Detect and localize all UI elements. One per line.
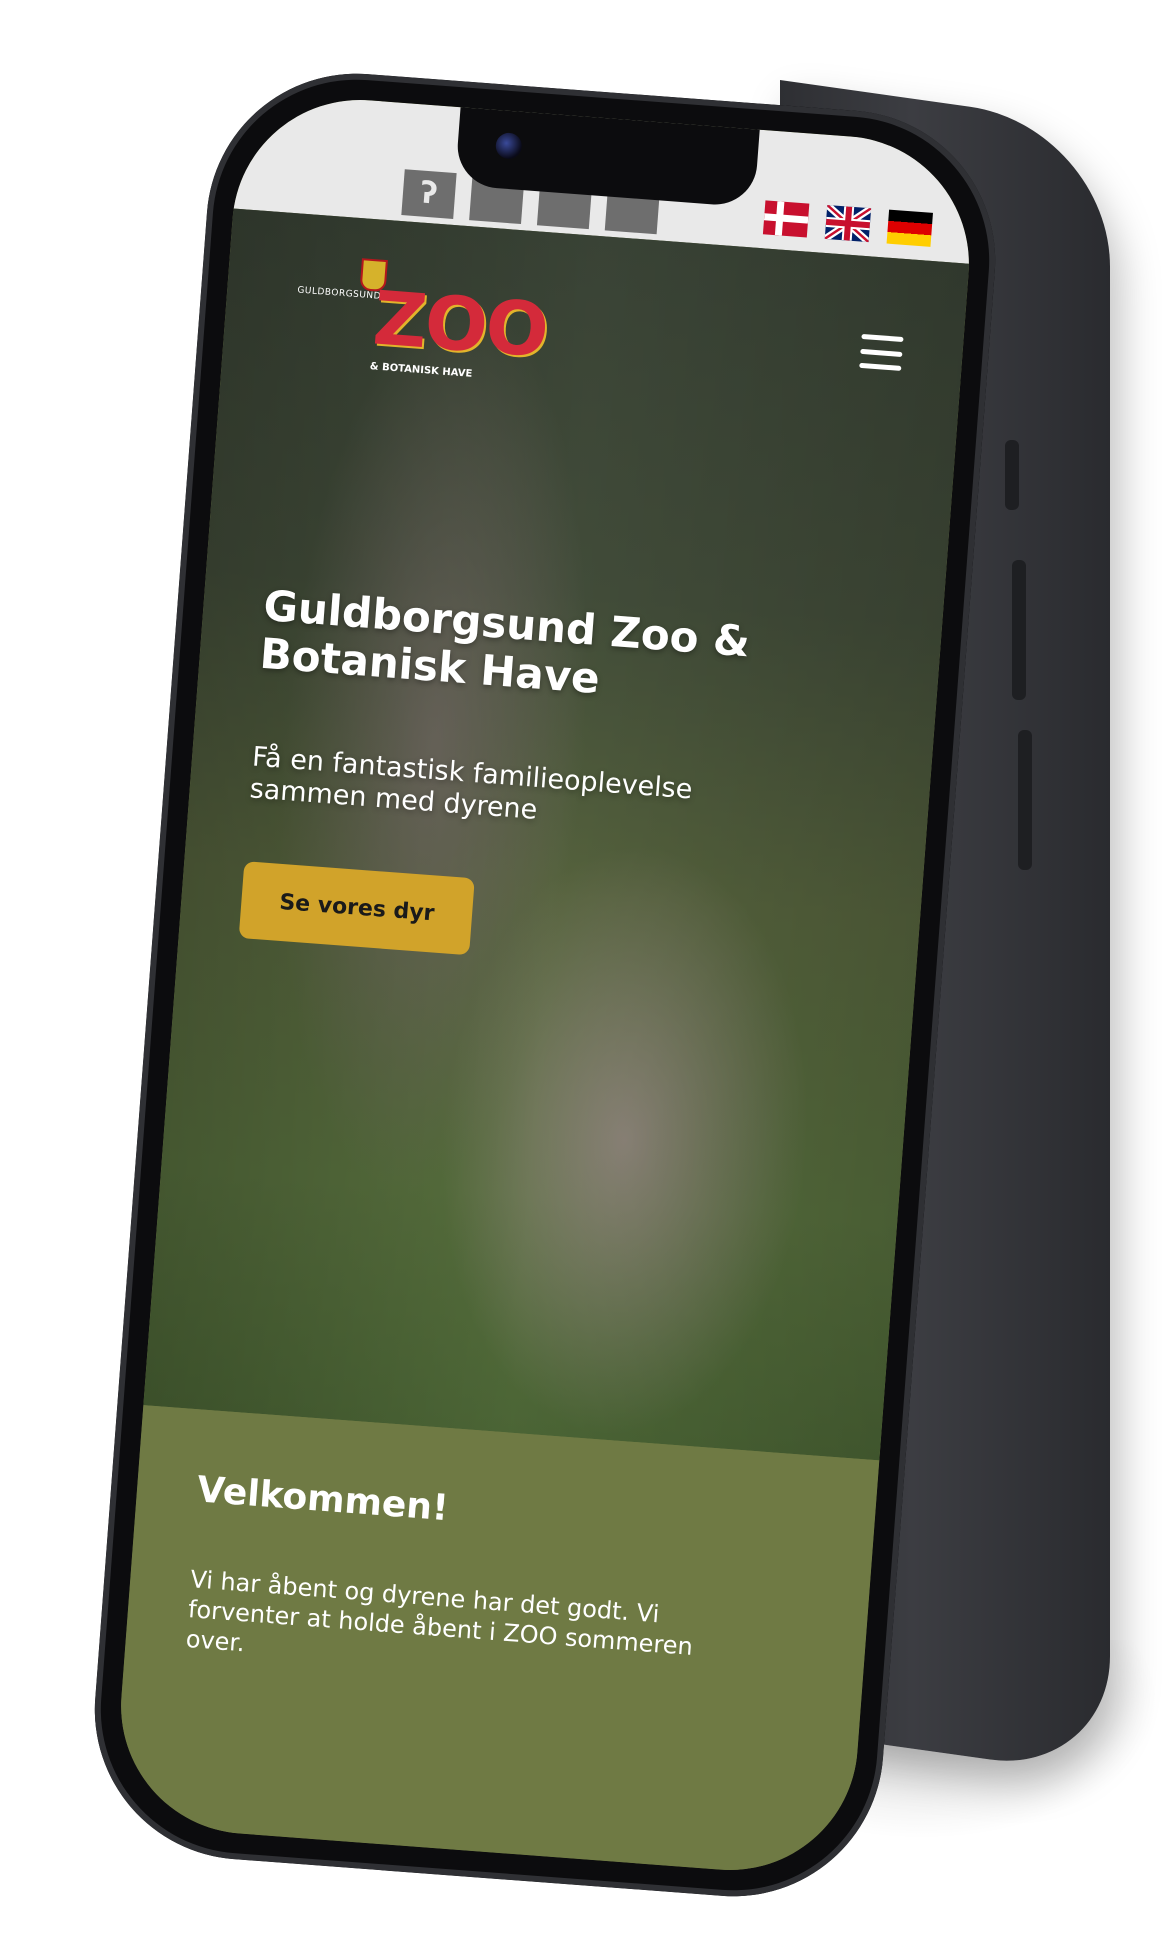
language-flags [762, 200, 933, 247]
phone-volume-up [1012, 560, 1026, 700]
logo-main-text: ZOO [370, 275, 550, 375]
phone-screen: ʔ GULDBORGSUND ZOO & BOTANISK HAVE Guldb… [111, 90, 979, 1880]
phone-device: ʔ GULDBORGSUND ZOO & BOTANISK HAVE Guldb… [84, 62, 1006, 1908]
phone-volume-down [1018, 730, 1032, 870]
flag-dk-icon[interactable] [762, 200, 810, 238]
flag-de-icon[interactable] [886, 209, 933, 247]
welcome-section: Velkommen! Vi har åbent og dyrene har de… [111, 1405, 880, 1880]
camera-icon [494, 131, 523, 160]
welcome-title: Velkommen! [195, 1469, 450, 1530]
flag-uk-icon[interactable] [824, 204, 872, 243]
site-logo[interactable]: GULDBORGSUND ZOO & BOTANISK HAVE [290, 254, 550, 399]
hero-section: GULDBORGSUND ZOO & BOTANISK HAVE Guldbor… [143, 208, 970, 1461]
phone-silent-switch [1005, 440, 1019, 510]
hamburger-menu-icon[interactable] [859, 333, 904, 371]
welcome-text: Vi har åbent og dyrene har det godt. Vi … [184, 1565, 694, 1661]
hero-image-overlay [143, 208, 970, 1461]
ear-icon[interactable]: ʔ [401, 169, 457, 219]
